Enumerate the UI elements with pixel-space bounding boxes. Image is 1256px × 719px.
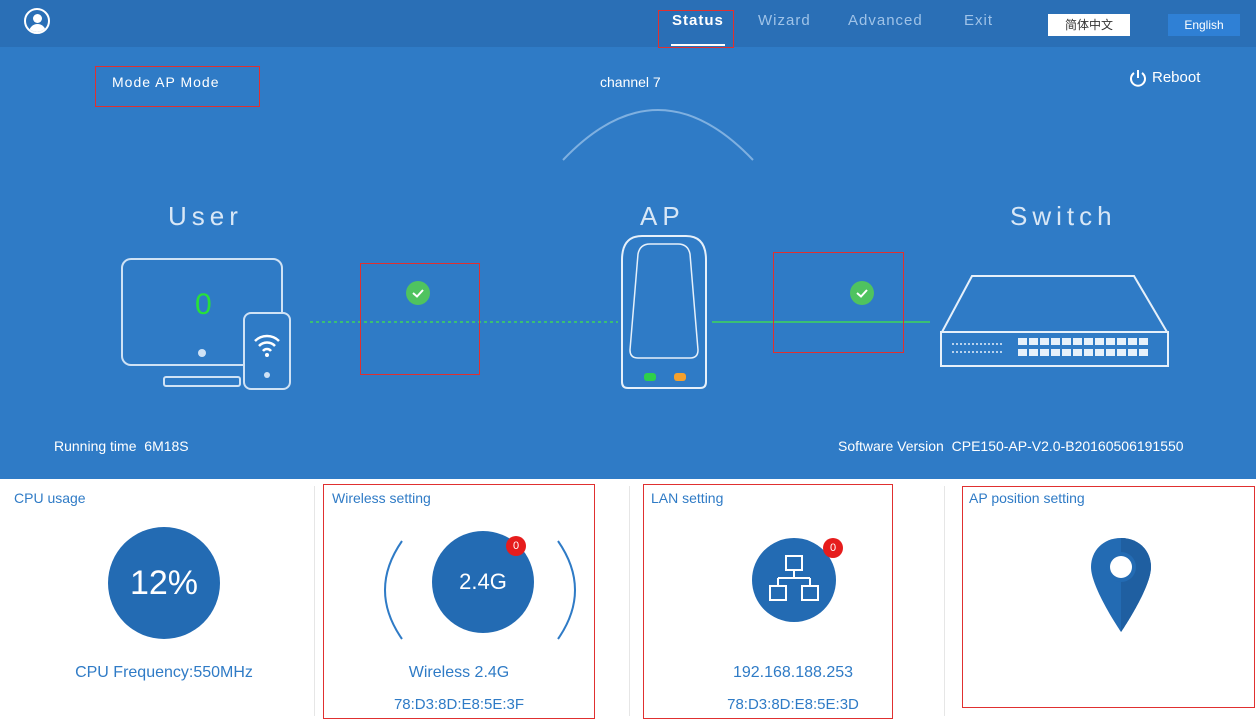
cpu-frequency: CPU Frequency:550MHz [75, 664, 253, 681]
running-time-label: Running time [54, 438, 137, 454]
lan-card-title: LAN setting [651, 490, 724, 506]
wireless-badge: 0 [506, 536, 526, 556]
location-pin-icon[interactable] [1089, 536, 1153, 634]
lan-ip: 192.168.188.253 [732, 664, 854, 681]
lan-badge: 0 [823, 538, 843, 558]
software-version-label: Software Version [838, 438, 944, 454]
router-device-icon [621, 235, 707, 389]
software-version-value: CPE150-AP-V2.0-B20160506191550 [951, 438, 1184, 454]
network-switch-icon [940, 275, 1169, 367]
card-divider [314, 486, 315, 716]
software-version: Software Version CPE150-AP-V2.0-B2016050… [838, 438, 1184, 454]
wireless-card-title: Wireless setting [332, 490, 431, 506]
wireless-mac: 78:D3:8D:E8:5E:3F [393, 696, 525, 713]
wireless-name: Wireless 2.4G [408, 664, 510, 681]
card-divider [629, 486, 630, 716]
lan-mac: 78:D3:8D:E8:5E:3D [727, 696, 859, 713]
cpu-card-title: CPU usage [14, 490, 86, 506]
card-divider [944, 486, 945, 716]
switch-link-highlight [773, 252, 904, 353]
cpu-usage-circle: 12% [108, 527, 220, 639]
status-banner: Status Wizard Advanced Exit 简体中文 English… [0, 0, 1256, 479]
running-time-value: 6M18S [144, 438, 189, 454]
ap-position-card-title: AP position setting [969, 490, 1085, 506]
running-time: Running time 6M18S [54, 438, 189, 454]
user-link-highlight [360, 263, 480, 375]
